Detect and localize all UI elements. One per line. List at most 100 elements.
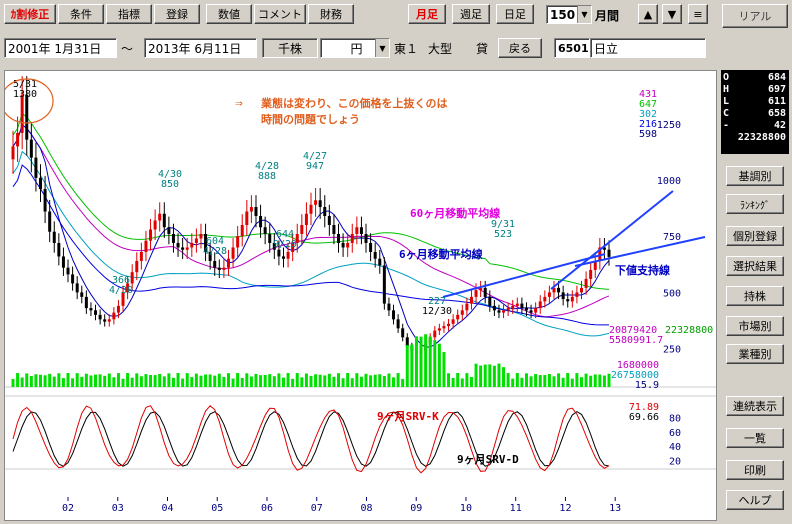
volume-bar [469, 376, 473, 387]
candle-body [194, 238, 198, 243]
candle-body [181, 247, 185, 250]
currency-select[interactable]: 円 ▼ [320, 38, 390, 58]
candle-body [217, 267, 221, 270]
volume-bar [107, 373, 111, 387]
candle-body [346, 242, 350, 248]
side-help-button[interactable]: ヘルプ [726, 490, 784, 510]
candle-body [364, 233, 368, 243]
candle-body [392, 310, 396, 320]
chevron-down-icon[interactable]: ▼ [577, 6, 591, 23]
side-market-button[interactable]: 市場別 [726, 316, 784, 336]
volume-bar [48, 373, 52, 387]
volume-bar [281, 377, 285, 387]
candle-body [543, 296, 547, 302]
candle-body [474, 290, 478, 297]
side-print-button[interactable]: 印刷 [726, 460, 784, 480]
volume-bar [515, 373, 519, 387]
side-ranking-button[interactable]: ﾗﾝｷﾝｸﾞ [726, 194, 784, 214]
candle-body [89, 308, 93, 311]
side-continuous-button[interactable]: 連続表示 [726, 396, 784, 416]
date-to-field[interactable]: 2013年 6月11日 [144, 38, 257, 58]
condition-button[interactable]: 条件 [58, 4, 104, 24]
menu-icon[interactable]: ≡ [688, 4, 708, 24]
monthly-button[interactable]: 月足 [408, 4, 446, 24]
side-industry-button[interactable]: 業種別 [726, 344, 784, 364]
volume-bar [268, 374, 272, 387]
candle-body [236, 236, 240, 248]
indicator-button[interactable]: 指標 [106, 4, 152, 24]
srv-axis-tick: 80 [669, 413, 681, 424]
candle-body [39, 177, 43, 190]
register-button[interactable]: 登録 [154, 4, 200, 24]
chevron-down-icon[interactable]: ▼ [375, 39, 389, 57]
volume-bar [511, 378, 515, 387]
volume-bar [94, 374, 98, 387]
candle-body [80, 292, 84, 297]
scroll-down-button[interactable]: ▼ [662, 4, 682, 24]
candle-body [369, 242, 373, 252]
candle-body [94, 310, 98, 315]
candle-body [190, 242, 194, 248]
volume-bar [304, 373, 308, 387]
volume-bar [410, 344, 414, 387]
volume-bar [71, 378, 75, 387]
volume-bar [433, 340, 437, 387]
real-button[interactable]: リアル [722, 4, 788, 28]
side-list-button[interactable]: 一覧 [726, 428, 784, 448]
volume-bar [428, 336, 432, 387]
price-annotation: 1380 [13, 89, 37, 100]
candle-body [341, 242, 345, 248]
volume-bar [263, 374, 267, 387]
volume-bar [396, 373, 400, 387]
weekly-button[interactable]: 週足 [452, 4, 490, 24]
volume-bar [181, 378, 185, 387]
comment-button[interactable]: コメント [254, 4, 306, 24]
volume-value: 15.9 [635, 380, 659, 391]
daily-button[interactable]: 日足 [496, 4, 534, 24]
volume-bar [474, 363, 478, 387]
candle-body [231, 247, 235, 259]
volume-bar [561, 377, 565, 387]
x-axis-tick: 04 [161, 503, 173, 514]
quote-row-high: H 697 [723, 84, 786, 95]
candle-body [75, 283, 79, 293]
volume-bar [116, 373, 120, 387]
candle-body [98, 314, 102, 320]
candle-body [451, 319, 455, 324]
scroll-up-button[interactable]: ▲ [638, 4, 658, 24]
candle-body [524, 308, 528, 311]
candle-body [570, 296, 574, 302]
split-adjust-button[interactable]: ｶ割修正 [4, 4, 56, 24]
candle-body [116, 305, 120, 313]
side-holdings-button[interactable]: 持株 [726, 286, 784, 306]
chart-pane[interactable]: 1250 1000 750 500 250 5/31 1380 4/30 850 604 4/28 4… [0, 70, 717, 521]
side-results-button[interactable]: 選択結果 [726, 256, 784, 276]
financial-button[interactable]: 財務 [308, 4, 354, 24]
volume-bar [272, 376, 276, 387]
candle-body [176, 242, 180, 248]
side-basis-button[interactable]: 基調別 [726, 166, 784, 186]
quote-row-volume: 22328800 [737, 132, 786, 143]
candle-body [29, 139, 33, 158]
candle-body [607, 249, 611, 257]
volume-bar [593, 374, 597, 387]
side-register-button[interactable]: 個別登録 [726, 226, 784, 246]
candle-body [226, 258, 230, 268]
volume-bar [39, 374, 43, 387]
candle-body [52, 231, 56, 243]
back-button[interactable]: 戻る [498, 38, 542, 58]
date-from-field[interactable]: 2001年 1月31日 [4, 38, 117, 58]
volume-bar [231, 378, 235, 387]
volume-bar [447, 373, 451, 387]
period-count-select[interactable]: 150 ▼ [546, 5, 592, 24]
volume-bar [492, 365, 496, 387]
candle-body [465, 303, 469, 311]
stock-code-field[interactable]: 6501 [554, 38, 590, 58]
volume-bar [387, 373, 391, 387]
candle-body [405, 337, 409, 347]
volume-bar [126, 373, 130, 387]
numeric-button[interactable]: 数値 [206, 4, 252, 24]
candle-body [185, 247, 189, 250]
volume-bar [80, 376, 84, 387]
candle-body [199, 233, 203, 239]
